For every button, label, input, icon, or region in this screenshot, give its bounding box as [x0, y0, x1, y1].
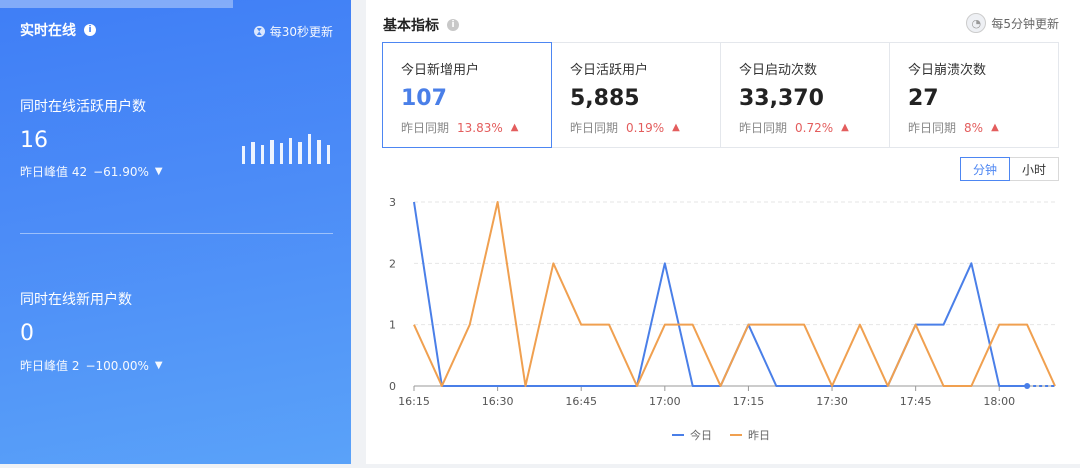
- mini-bar: [326, 144, 331, 164]
- card-compare: 昨日同期 0.19% ▲: [570, 119, 720, 136]
- new-change: −100.00%: [85, 358, 149, 373]
- x-tick-label: 18:00: [983, 395, 1015, 408]
- active-users-value: 16: [20, 128, 48, 153]
- chart-legend: 今日 昨日: [672, 427, 770, 443]
- card-compare-label: 昨日同期: [739, 121, 788, 135]
- toggle-hour[interactable]: 小时: [1009, 157, 1059, 181]
- arrow-down-icon: ▼: [154, 360, 163, 371]
- realtime-title-text: 实时在线: [20, 23, 76, 39]
- legend-yesterday[interactable]: 昨日: [730, 427, 770, 443]
- basic-metrics-panel: 基本指标 i ◔ 每5分钟更新 今日新增用户 107 昨日同期 13.83% ▲…: [366, 0, 1080, 464]
- metric-cards: 今日新增用户 107 昨日同期 13.83% ▲ 今日活跃用户 5,885 昨日…: [382, 42, 1059, 148]
- info-icon[interactable]: i: [84, 24, 96, 36]
- arrow-up-icon: ▲: [991, 122, 999, 133]
- card-value: 5,885: [570, 86, 640, 111]
- basic-update-note: ◔ 每5分钟更新: [966, 13, 1059, 33]
- card-value: 107: [401, 86, 447, 111]
- card-value: 33,370: [739, 86, 824, 111]
- realtime-title: 实时在线 i: [20, 20, 96, 40]
- card-compare-label: 昨日同期: [401, 121, 450, 135]
- y-tick-label: 1: [389, 319, 396, 332]
- y-tick-label: 2: [389, 257, 396, 270]
- new-peak-label: 昨日峰值 2: [20, 359, 80, 373]
- basic-title: 基本指标 i: [383, 15, 459, 35]
- card-compare-label: 昨日同期: [570, 121, 619, 135]
- granularity-toggle: 分钟 小时: [959, 157, 1059, 181]
- card-value: 27: [908, 86, 939, 111]
- new-users-value: 0: [20, 321, 34, 346]
- x-tick-label: 17:00: [649, 395, 681, 408]
- series-line-yesterday: [413, 201, 1056, 387]
- arrow-up-icon: ▲: [672, 122, 680, 133]
- active-peak-label: 昨日峰值 42: [20, 165, 88, 179]
- active-users-sparkbars: [242, 132, 331, 164]
- legend-yesterday-label: 昨日: [748, 429, 770, 442]
- card-launches[interactable]: 今日启动次数 33,370 昨日同期 0.72% ▲: [721, 43, 890, 147]
- card-label: 今日新增用户: [401, 63, 480, 78]
- clock-icon: ◔: [966, 13, 987, 33]
- card-new-users[interactable]: 今日新增用户 107 昨日同期 13.83% ▲: [382, 42, 552, 148]
- basic-title-text: 基本指标: [383, 18, 439, 34]
- new-users-label: 同时在线新用户数: [20, 292, 132, 308]
- series-today-endpoint: [1024, 383, 1031, 389]
- mini-bar: [251, 141, 255, 164]
- card-label: 今日启动次数: [739, 63, 818, 78]
- card-compare-label: 昨日同期: [908, 121, 957, 135]
- mini-bar: [260, 144, 265, 164]
- mini-bar: [270, 140, 274, 164]
- info-icon[interactable]: i: [447, 19, 459, 31]
- trend-chart-svg: 0 1 2 3 16:15 16:30 16:45 17:00 17:15 17:30 17:45 1…: [389, 196, 1056, 408]
- trend-chart: 0 1 2 3 16:15 16:30 16:45 17:00 17:15 17:30 17:45 1…: [366, 185, 1080, 464]
- active-users-label: 同时在线活跃用户数: [20, 99, 146, 115]
- card-pct: 0.72%: [795, 120, 834, 135]
- card-pct: 13.83%: [457, 120, 503, 135]
- card-active-users[interactable]: 今日活跃用户 5,885 昨日同期 0.19% ▲: [552, 43, 721, 147]
- mini-bar: [289, 138, 293, 164]
- realtime-update-text: 每30秒更新: [269, 25, 333, 39]
- mini-bar: [298, 141, 302, 164]
- legend-today[interactable]: 今日: [672, 427, 712, 443]
- realtime-panel: 实时在线 i 每30秒更新 同时在线活跃用户数 16 昨日峰值 42 −61.9…: [0, 0, 351, 464]
- divider: [20, 233, 333, 234]
- x-tick-label: 16:45: [565, 395, 597, 408]
- arrow-up-icon: ▲: [510, 122, 519, 133]
- toggle-minute[interactable]: 分钟: [959, 157, 1010, 181]
- y-tick-label: 3: [389, 196, 396, 209]
- card-label: 今日崩溃次数: [908, 63, 987, 78]
- mini-bar: [242, 146, 246, 164]
- legend-today-swatch: [672, 434, 684, 436]
- realtime-update-note: 每30秒更新: [253, 23, 333, 40]
- legend-today-label: 今日: [690, 429, 712, 442]
- card-crashes[interactable]: 今日崩溃次数 27 昨日同期 8% ▲: [890, 43, 1058, 147]
- legend-yesterday-swatch: [730, 434, 742, 436]
- mini-bar: [317, 140, 321, 164]
- active-users-peak: 昨日峰值 42 −61.90% ▼: [20, 163, 163, 180]
- y-tick-label: 0: [389, 380, 396, 393]
- active-change: −61.90%: [93, 164, 149, 179]
- x-tick-label: 17:45: [900, 395, 932, 408]
- series-line-today: [413, 201, 1028, 387]
- hourglass-icon: [253, 26, 265, 37]
- x-tick-label: 16:15: [398, 395, 430, 408]
- mini-bar: [307, 133, 312, 164]
- card-compare: 昨日同期 13.83% ▲: [401, 119, 551, 136]
- arrow-down-icon: ▼: [154, 166, 163, 177]
- card-pct: 0.19%: [626, 120, 665, 135]
- card-label: 今日活跃用户: [570, 63, 649, 78]
- mini-bar: [279, 143, 284, 164]
- card-pct: 8%: [964, 120, 984, 135]
- arrow-up-icon: ▲: [841, 122, 849, 133]
- basic-update-text: 每5分钟更新: [991, 16, 1059, 31]
- new-users-peak: 昨日峰值 2 −100.00% ▼: [20, 357, 163, 374]
- card-compare: 昨日同期 8% ▲: [908, 119, 1058, 136]
- progress-bar: [0, 0, 233, 8]
- card-compare: 昨日同期 0.72% ▲: [739, 119, 889, 136]
- x-tick-label: 17:30: [816, 395, 848, 408]
- x-tick-label: 17:15: [733, 395, 765, 408]
- x-tick-label: 16:30: [482, 395, 514, 408]
